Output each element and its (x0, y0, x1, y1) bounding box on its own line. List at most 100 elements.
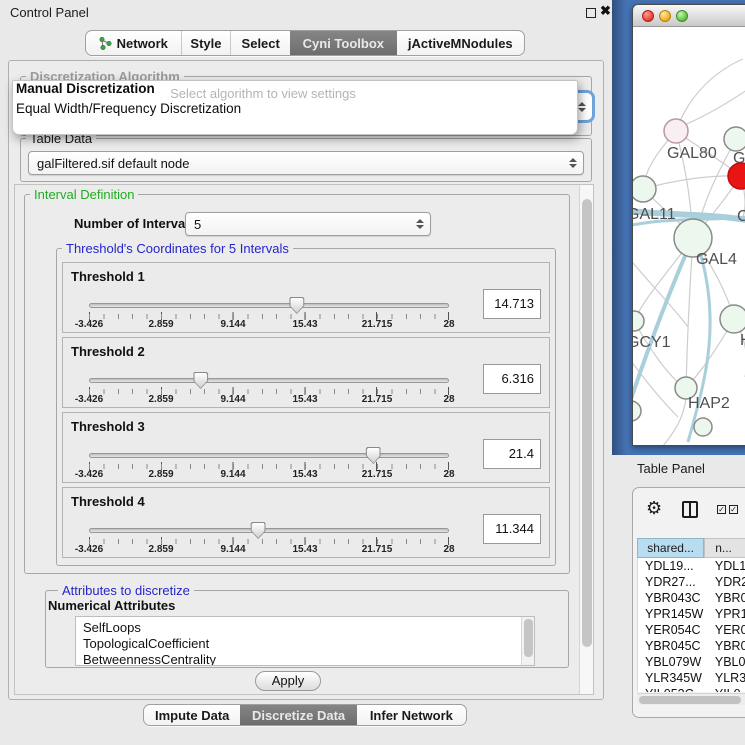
stepper-icon (569, 158, 577, 168)
tick-label: 9.144 (220, 319, 245, 330)
table-cell[interactable]: YER0... (705, 622, 745, 638)
table-panel-title: Table Panel (637, 461, 705, 476)
table-cell[interactable]: YPR1... (705, 606, 745, 622)
vertical-scrollbar[interactable] (579, 185, 593, 694)
apply-button[interactable]: Apply (255, 671, 321, 691)
scrollbar-thumb[interactable] (524, 619, 533, 657)
network-node-label: HAP2 (688, 395, 730, 412)
horizontal-scrollbar[interactable] (637, 693, 745, 705)
network-node[interactable] (664, 119, 688, 143)
table-cell[interactable]: YER054C (638, 622, 705, 638)
table-cell[interactable]: YLR345W (638, 670, 705, 686)
number-of-intervals-combobox[interactable]: 5 (185, 212, 431, 236)
table-cell[interactable]: YDR27... (638, 574, 705, 590)
tick-label: 9.144 (220, 469, 245, 480)
table-cell[interactable]: YBR043C (638, 590, 705, 606)
tab[interactable]: Impute Data (144, 705, 240, 725)
tick-label: 21.715 (362, 469, 393, 480)
tab[interactable]: Infer Network (357, 705, 466, 725)
checkbox-icon[interactable]: ✓ (729, 505, 738, 514)
table-cell[interactable]: YIL052C (638, 686, 705, 692)
network-canvas[interactable]: GAL80GACYGAL11GAL4GCY1HAHAP2 (633, 27, 745, 446)
slider-track[interactable] (89, 303, 449, 308)
table-cell[interactable]: YBR0... (705, 590, 745, 606)
attribute-list-item[interactable]: SelfLoops (76, 620, 534, 636)
table-cell[interactable]: YIL0... (705, 686, 745, 692)
network-node[interactable] (694, 418, 712, 436)
tab[interactable]: Cyni Toolbox (290, 31, 397, 55)
table-cell[interactable]: YBR045C (638, 638, 705, 654)
tick-label: 28 (443, 319, 454, 330)
threshold-slider[interactable]: -3.4262.8599.14415.4321.71528 (89, 372, 449, 408)
gear-icon[interactable]: ⚙ (646, 499, 662, 517)
slider-track[interactable] (89, 528, 449, 533)
threshold-value-field[interactable]: 6.316 (483, 364, 541, 394)
table-cell[interactable]: YLR3... (705, 670, 745, 686)
tab[interactable]: Discretize Data (240, 705, 356, 725)
threshold-value-field[interactable]: 14.713 (483, 289, 541, 319)
table-panel-window: ⚙ ✓ ✓ shared... n... YDL19... YDL1... (632, 487, 745, 718)
scrollbar-thumb[interactable] (582, 199, 592, 647)
table-cell[interactable]: YDL19... (638, 558, 705, 574)
tab[interactable]: jActiveMNodules (397, 31, 524, 55)
threshold-value-field[interactable]: 11.344 (483, 514, 541, 544)
close-icon[interactable]: ✖ (600, 3, 611, 19)
network-node[interactable] (724, 127, 745, 151)
network-node[interactable] (720, 305, 745, 333)
network-node[interactable] (633, 401, 641, 421)
table-cell[interactable]: YPR145W (638, 606, 705, 622)
table-cell[interactable]: YDR2... (705, 574, 745, 590)
dropdown-item[interactable]: Equal Width/Frequency Discretization (16, 101, 241, 116)
table-row[interactable]: YDL19... YDL1... (638, 558, 745, 574)
tab-label: Impute Data (155, 708, 229, 723)
attribute-list-item[interactable]: BetweennessCentrality (76, 652, 534, 666)
table-data-combobox[interactable]: galFiltered.sif default node (28, 151, 584, 175)
slider-track[interactable] (89, 378, 449, 383)
table-row[interactable]: YPR145W YPR1... (638, 606, 745, 622)
column-header[interactable]: shared... (637, 538, 704, 558)
threshold-value-field[interactable]: 21.4 (483, 439, 541, 469)
network-node[interactable] (728, 163, 745, 189)
tab-label: Cyni Toolbox (303, 36, 384, 51)
tick-label: 9.144 (220, 394, 245, 405)
threshold-label: Threshold 3 (71, 419, 145, 434)
table-cell[interactable]: YBL079W (638, 654, 705, 670)
dropdown-item[interactable]: Manual Discretization (16, 81, 155, 96)
network-node-label: GAL80 (667, 145, 717, 162)
table-cell[interactable]: YDL1... (705, 558, 745, 574)
threshold-label: Threshold 1 (71, 269, 145, 284)
tab-label: jActiveMNodules (408, 36, 513, 51)
scrollbar-thumb[interactable] (639, 696, 741, 704)
table-row[interactable]: YER054C YER0... (638, 622, 745, 638)
close-traffic-light-icon[interactable] (642, 10, 654, 22)
checkbox-icon[interactable]: ✓ (717, 505, 726, 514)
network-window-titlebar[interactable] (633, 5, 745, 27)
tab[interactable]: Select (230, 31, 290, 55)
minimize-traffic-light-icon[interactable] (659, 10, 671, 22)
tab[interactable]: Network (86, 31, 181, 55)
table-cell[interactable]: YBL0... (705, 654, 745, 670)
zoom-traffic-light-icon[interactable] (676, 10, 688, 22)
threshold-slider[interactable]: -3.4262.8599.14415.4321.71528 (89, 447, 449, 483)
attribute-list-item[interactable]: TopologicalCoefficient (76, 636, 534, 652)
table-row[interactable]: YBR045C YBR0... (638, 638, 745, 654)
column-layout-icon[interactable] (682, 501, 698, 518)
table-row[interactable]: YDR27... YDR2... (638, 574, 745, 590)
threshold-slider[interactable]: -3.4262.8599.14415.4321.71528 (89, 522, 449, 558)
attributes-list-scrollbar[interactable] (521, 617, 534, 665)
column-header[interactable]: n... (704, 538, 745, 558)
tab-label: Network (117, 36, 168, 51)
checkbox-toolbar: ✓ ✓ (717, 505, 738, 514)
table-row[interactable]: YBR043C YBR0... (638, 590, 745, 606)
slider-track[interactable] (89, 453, 449, 458)
table-row[interactable]: YBL079W YBL0... (638, 654, 745, 670)
table-cell[interactable]: YBR0... (705, 638, 745, 654)
float-window-icon[interactable] (586, 8, 596, 18)
network-node[interactable] (633, 176, 656, 202)
network-canvas-svg: GAL80GACYGAL11GAL4GCY1HAHAP2 (633, 27, 745, 446)
table-row[interactable]: YLR345W YLR3... (638, 670, 745, 686)
threshold-slider[interactable]: -3.4262.8599.14415.4321.71528 (89, 297, 449, 333)
tab[interactable]: Style (181, 31, 231, 55)
network-node[interactable] (633, 311, 644, 331)
table-row[interactable]: YIL052C YIL0... (638, 686, 745, 692)
